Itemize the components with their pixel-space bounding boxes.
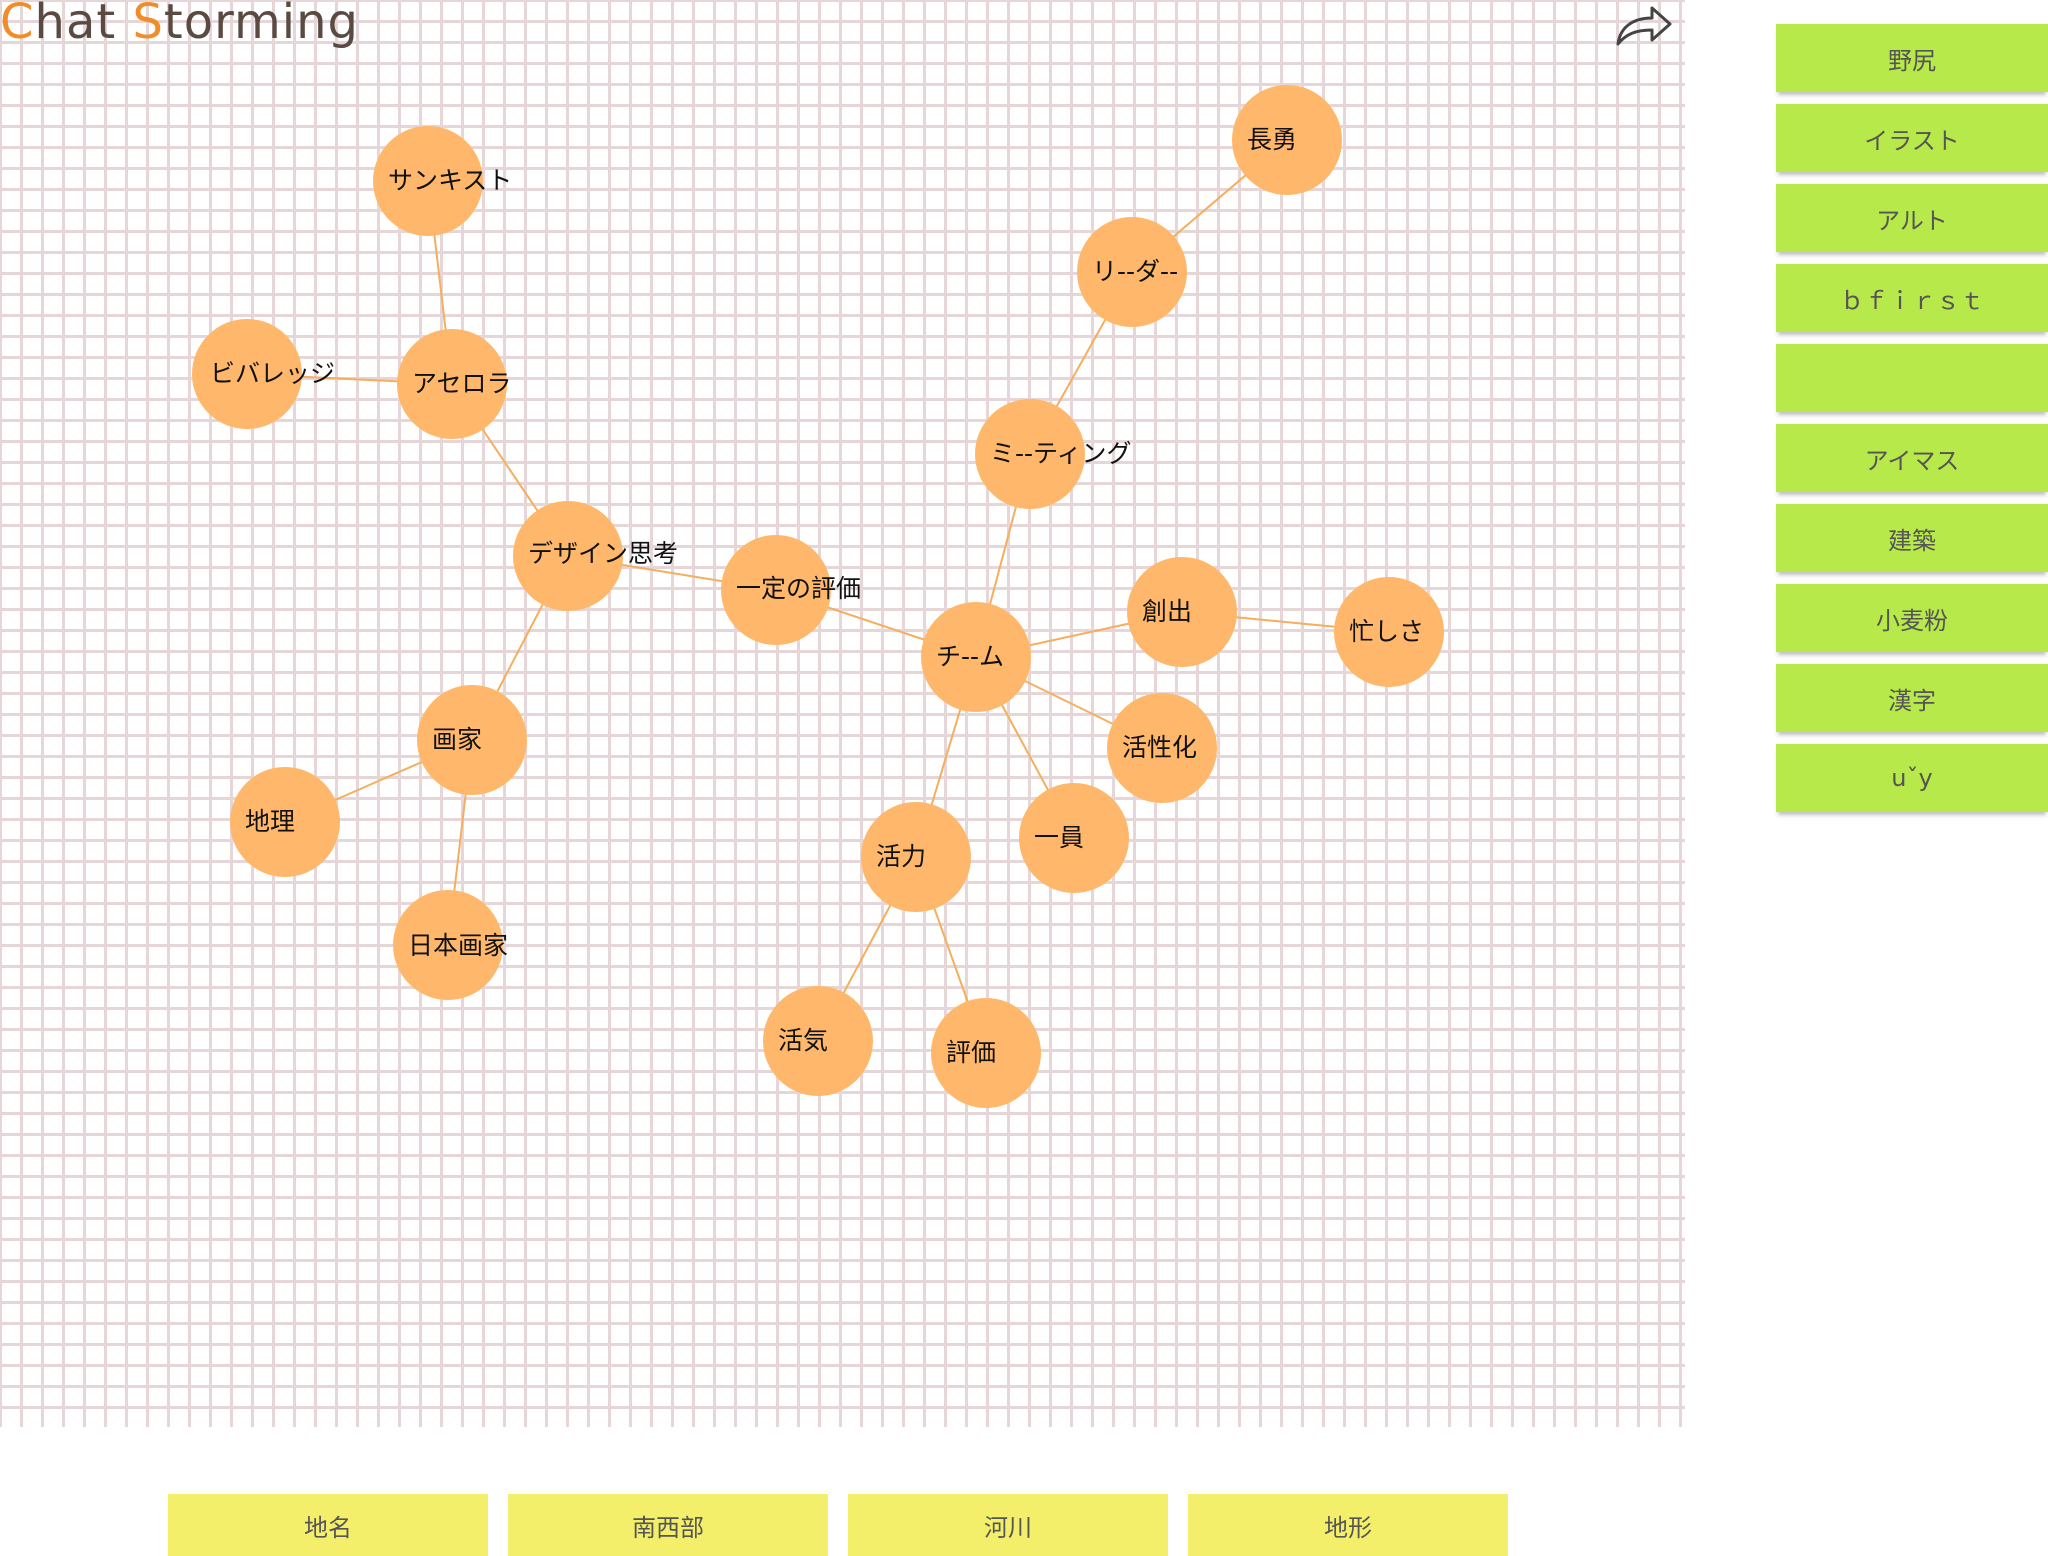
node-label: 地理: [245, 807, 295, 836]
node-meeting[interactable]: ミ--ティング: [975, 399, 1132, 509]
category-bar: 地名 南西部 河川 地形: [168, 1494, 1528, 1556]
suggestion-card-blank[interactable]: [1776, 344, 2048, 412]
node-label: 忙しさ: [1349, 617, 1424, 646]
node-label: アセロラ: [412, 369, 512, 398]
node-katsuryoku[interactable]: 活力: [861, 802, 971, 912]
suggestion-card-kanji[interactable]: 漢字: [1776, 664, 2048, 732]
node-label: ビバレッジ: [210, 359, 335, 388]
node-label: 画家: [432, 725, 482, 754]
node-acerola[interactable]: アセロラ: [397, 329, 512, 439]
suggestion-card-alto[interactable]: アルト: [1776, 184, 2048, 252]
node-team[interactable]: チ--ム: [921, 602, 1031, 712]
suggestion-card-nojiri[interactable]: 野尻: [1776, 24, 2048, 92]
suggestion-card-komugiko[interactable]: 小麦粉: [1776, 584, 2048, 652]
nodes-layer: サンキストアセロラ ビバレッジデザイン思考一定の評価画家地理日本画家 長勇リ--ダ-…: [192, 85, 1444, 1108]
node-leader[interactable]: リ--ダ--: [1077, 217, 1187, 327]
node-label: サンキスト: [388, 166, 512, 195]
node-label: 活性化: [1122, 733, 1197, 762]
suggestion-card-uy[interactable]: uˇy: [1776, 744, 2048, 812]
node-kakki[interactable]: 活気: [763, 986, 873, 1096]
node-ittei[interactable]: 一定の評価: [721, 535, 861, 645]
category-card-kasen[interactable]: 河川: [848, 1494, 1168, 1556]
mindmap-canvas[interactable]: サンキストアセロラ ビバレッジデザイン思考一定の評価画家地理日本画家 長勇リ--ダ-…: [0, 0, 1685, 1427]
node-chiri[interactable]: 地理: [230, 767, 340, 877]
suggestion-card-imas[interactable]: アイマス: [1776, 424, 2048, 492]
node-label: 長勇: [1247, 125, 1297, 154]
node-label: チ--ム: [936, 642, 1004, 671]
logo-text-torming: torming: [163, 0, 359, 50]
suggestion-card-bfirst[interactable]: ｂｆｉｒｓｔ: [1776, 264, 2048, 332]
share-arrow-icon: [1616, 6, 1672, 46]
node-label: ミ--ティング: [990, 439, 1132, 468]
node-label: 創出: [1142, 597, 1192, 626]
node-soushutsu[interactable]: 創出: [1127, 557, 1237, 667]
node-label: デザイン思考: [528, 539, 678, 568]
logo-letter-s: S: [132, 0, 164, 50]
app-logo: Chat Storming: [0, 0, 359, 50]
share-button[interactable]: [1612, 0, 1674, 52]
node-ichiin[interactable]: 一員: [1019, 783, 1129, 893]
app-root: サンキストアセロラ ビバレッジデザイン思考一定の評価画家地理日本画家 長勇リ--ダ-…: [0, 0, 2048, 1556]
node-label: 一員: [1034, 823, 1084, 852]
category-card-chimei[interactable]: 地名: [168, 1494, 488, 1556]
suggestion-panel: 野尻 イラスト アルト ｂｆｉｒｓｔ アイマス 建築 小麦粉 漢字 uˇy: [1776, 24, 2048, 824]
node-gaka[interactable]: 画家: [417, 685, 527, 795]
suggestion-card-kenchiku[interactable]: 建築: [1776, 504, 2048, 572]
node-hyouka[interactable]: 評価: [931, 998, 1041, 1108]
node-label: 一定の評価: [736, 574, 861, 603]
node-kasseika[interactable]: 活性化: [1107, 693, 1217, 803]
node-isogashisa[interactable]: 忙しさ: [1334, 577, 1444, 687]
node-label: 活力: [876, 842, 926, 871]
node-sunkist[interactable]: サンキスト: [373, 126, 512, 236]
node-design[interactable]: デザイン思考: [513, 501, 678, 611]
node-label: 活気: [778, 1026, 828, 1055]
mindmap-graph[interactable]: サンキストアセロラ ビバレッジデザイン思考一定の評価画家地理日本画家 長勇リ--ダ-…: [0, 0, 1685, 1427]
category-card-nanseibu[interactable]: 南西部: [508, 1494, 828, 1556]
node-label: リ--ダ--: [1092, 257, 1178, 286]
category-card-chikei[interactable]: 地形: [1188, 1494, 1508, 1556]
node-label: 評価: [946, 1038, 996, 1067]
node-beverage[interactable]: ビバレッジ: [192, 319, 335, 429]
node-nihongaka[interactable]: 日本画家: [393, 890, 508, 1000]
suggestion-card-illust[interactable]: イラスト: [1776, 104, 2048, 172]
node-label: 日本画家: [408, 931, 508, 960]
logo-text-hat: hat: [34, 0, 117, 50]
logo-letter-c: C: [0, 0, 35, 50]
node-chousei[interactable]: 長勇: [1232, 85, 1342, 195]
